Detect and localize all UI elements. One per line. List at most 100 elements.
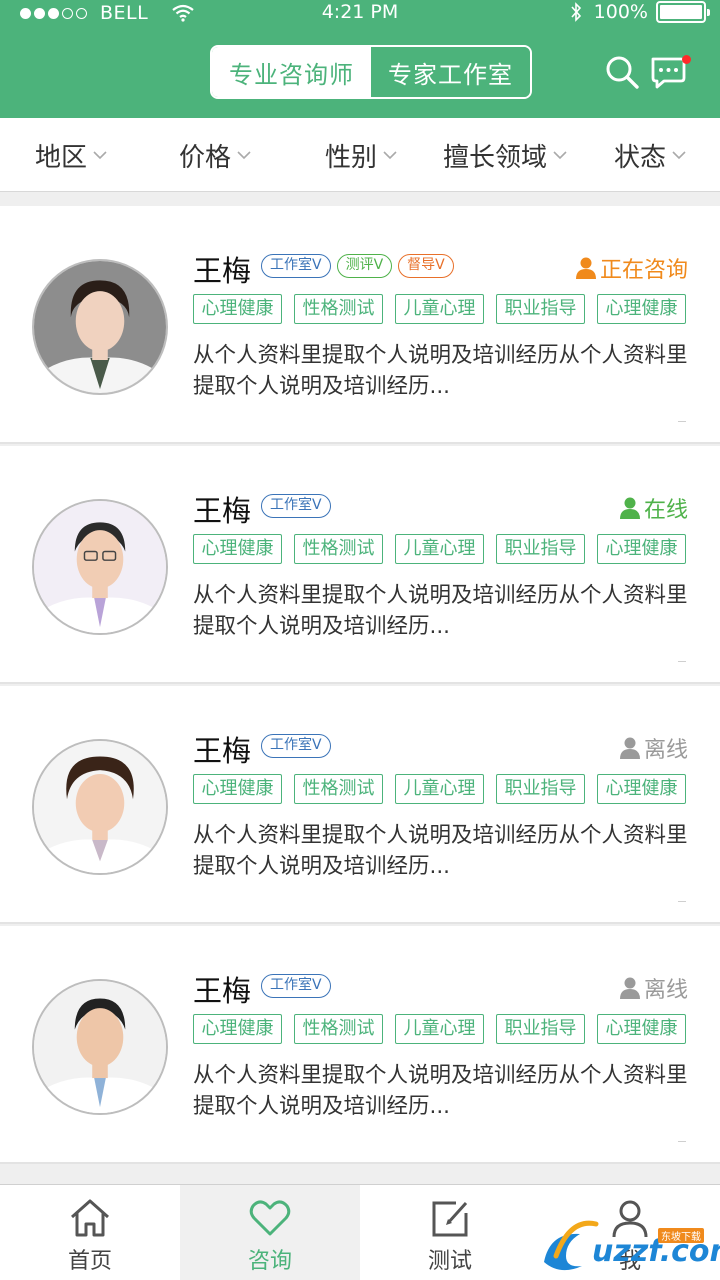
person-icon: [619, 977, 640, 999]
avatar[interactable]: [32, 259, 168, 395]
tag-group: 心理健康 性格测试 儿童心理 职业指导 心理健康: [193, 534, 698, 564]
status-bar: BELL 4:21 PM 100%: [0, 0, 720, 28]
badge-group: 工作室V 测评V 督导V: [261, 254, 460, 278]
specialty-tag: 儿童心理: [395, 534, 484, 564]
counselor-card[interactable]: 王梅 工作室V 离线 心理健康 性格测试 儿童心理 职业指导 心理健康 从个人资…: [0, 686, 720, 924]
divider-mark: [678, 421, 686, 422]
specialty-tag: 心理健康: [193, 1014, 282, 1044]
heart-icon: [249, 1200, 291, 1236]
specialty-tag: 心理健康: [193, 294, 282, 324]
avatar[interactable]: [32, 499, 168, 635]
counselor-description: 从个人资料里提取个人说明及培训经历从个人资料里提取个人说明及培训经历...: [193, 1063, 688, 1119]
specialty-tag: 儿童心理: [395, 294, 484, 324]
specialty-tag: 心理健康: [193, 774, 282, 804]
tab-professional-counselor[interactable]: 专业咨询师: [212, 47, 371, 97]
status-indicator: 正在咨询: [575, 252, 688, 284]
tab-expert-studio[interactable]: 专家工作室: [371, 47, 530, 97]
counselor-card[interactable]: 王梅 工作室V 测评V 督导V 正在咨询 心理健康 性格测试 儿童心理 职业指导…: [0, 206, 720, 444]
person-icon: [619, 737, 640, 759]
chevron-down-icon: [93, 151, 107, 160]
counselor-description: 从个人资料里提取个人说明及培训经历从个人资料里提取个人说明及培训经历...: [193, 583, 688, 639]
chevron-down-icon: [383, 151, 397, 160]
app-header: BELL 4:21 PM 100% 专业咨询师 专家工作室: [0, 0, 720, 118]
chevron-down-icon: [237, 151, 251, 160]
badge-supervisor: 督导V: [398, 254, 454, 278]
counselor-name: 王梅: [193, 974, 252, 1008]
divider-mark: [678, 1141, 686, 1142]
specialty-tag: 职业指导: [496, 1014, 585, 1044]
divider-mark: [678, 661, 686, 662]
specialty-tag: 性格测试: [294, 1014, 383, 1044]
specialty-tag: 性格测试: [294, 294, 383, 324]
status-indicator: 离线: [619, 972, 688, 1004]
specialty-tag: 职业指导: [496, 774, 585, 804]
person-icon: [575, 257, 596, 279]
badge-group: 工作室V: [261, 734, 337, 758]
edit-icon: [432, 1201, 468, 1237]
tag-group: 心理健康 性格测试 儿童心理 职业指导 心理健康: [193, 774, 698, 804]
filter-label: 擅长领域: [443, 142, 548, 173]
counselor-name: 王梅: [193, 494, 252, 528]
specialty-tag: 心理健康: [597, 294, 686, 324]
divider-mark: [678, 901, 686, 902]
filter-price[interactable]: 价格: [179, 118, 251, 192]
battery-percent: 100%: [593, 1, 648, 23]
status-label: 正在咨询: [599, 258, 688, 283]
specialty-tag: 心理健康: [597, 774, 686, 804]
badge-studio: 工作室V: [261, 494, 331, 518]
filter-label: 状态: [614, 142, 667, 173]
counselor-name: 王梅: [193, 254, 252, 288]
filter-label: 价格: [179, 142, 232, 173]
specialty-tag: 职业指导: [496, 534, 585, 564]
chevron-down-icon: [553, 151, 567, 160]
person-icon: [619, 497, 640, 519]
segmented-control: 专业咨询师 专家工作室: [210, 45, 532, 99]
avatar[interactable]: [32, 739, 168, 875]
tab-home[interactable]: 首页: [0, 1185, 180, 1280]
status-label: 离线: [643, 978, 688, 1003]
avatar[interactable]: [32, 979, 168, 1115]
bluetooth-icon: [571, 2, 581, 22]
filter-label: 性别: [325, 142, 378, 173]
filter-status[interactable]: 状态: [614, 118, 686, 192]
badge-studio: 工作室V: [261, 974, 331, 998]
filter-bar: 地区 价格 性别 擅长领域 状态: [0, 118, 720, 192]
tag-group: 心理健康 性格测试 儿童心理 职业指导 心理健康: [193, 1014, 698, 1044]
status-indicator: 在线: [619, 492, 688, 524]
counselor-name: 王梅: [193, 734, 252, 768]
specialty-tag: 心理健康: [193, 534, 282, 564]
badge-group: 工作室V: [261, 974, 337, 998]
notification-dot: [682, 55, 691, 64]
home-icon: [71, 1199, 109, 1237]
filter-gender[interactable]: 性别: [325, 118, 397, 192]
specialty-tag: 性格测试: [294, 774, 383, 804]
status-indicator: 离线: [619, 732, 688, 764]
specialty-tag: 性格测试: [294, 534, 383, 564]
specialty-tag: 心理健康: [597, 1014, 686, 1044]
counselor-card[interactable]: 王梅 工作室V 离线 心理健康 性格测试 儿童心理 职业指导 心理健康 从个人资…: [0, 926, 720, 1164]
specialty-tag: 心理健康: [597, 534, 686, 564]
counselor-card[interactable]: 王梅 工作室V 在线 心理健康 性格测试 儿童心理 职业指导 心理健康 从个人资…: [0, 446, 720, 684]
counselor-description: 从个人资料里提取个人说明及培训经历从个人资料里提取个人说明及培训经历...: [193, 343, 688, 399]
tab-consult[interactable]: 咨询: [180, 1185, 360, 1280]
badge-group: 工作室V: [261, 494, 337, 518]
tag-group: 心理健康 性格测试 儿童心理 职业指导 心理健康: [193, 294, 698, 324]
battery-area: 100%: [570, 1, 710, 23]
specialty-tag: 儿童心理: [395, 774, 484, 804]
tab-label: 咨询: [247, 1249, 292, 1274]
badge-studio: 工作室V: [261, 734, 331, 758]
badge-studio: 工作室V: [261, 254, 331, 278]
specialty-tag: 儿童心理: [395, 1014, 484, 1044]
filter-label: 地区: [35, 142, 88, 173]
specialty-tag: 职业指导: [496, 294, 585, 324]
chevron-down-icon: [672, 151, 686, 160]
filter-specialty[interactable]: 擅长领域: [443, 118, 567, 192]
search-icon[interactable]: [602, 52, 642, 92]
filter-region[interactable]: 地区: [35, 118, 107, 192]
badge-assessment: 测评V: [336, 254, 393, 278]
battery-icon: [656, 1, 710, 23]
tab-label: 测试: [427, 1249, 472, 1274]
tab-test[interactable]: 测试: [360, 1185, 540, 1280]
status-label: 离线: [643, 738, 688, 763]
counselor-description: 从个人资料里提取个人说明及培训经历从个人资料里提取个人说明及培训经历...: [193, 823, 688, 879]
